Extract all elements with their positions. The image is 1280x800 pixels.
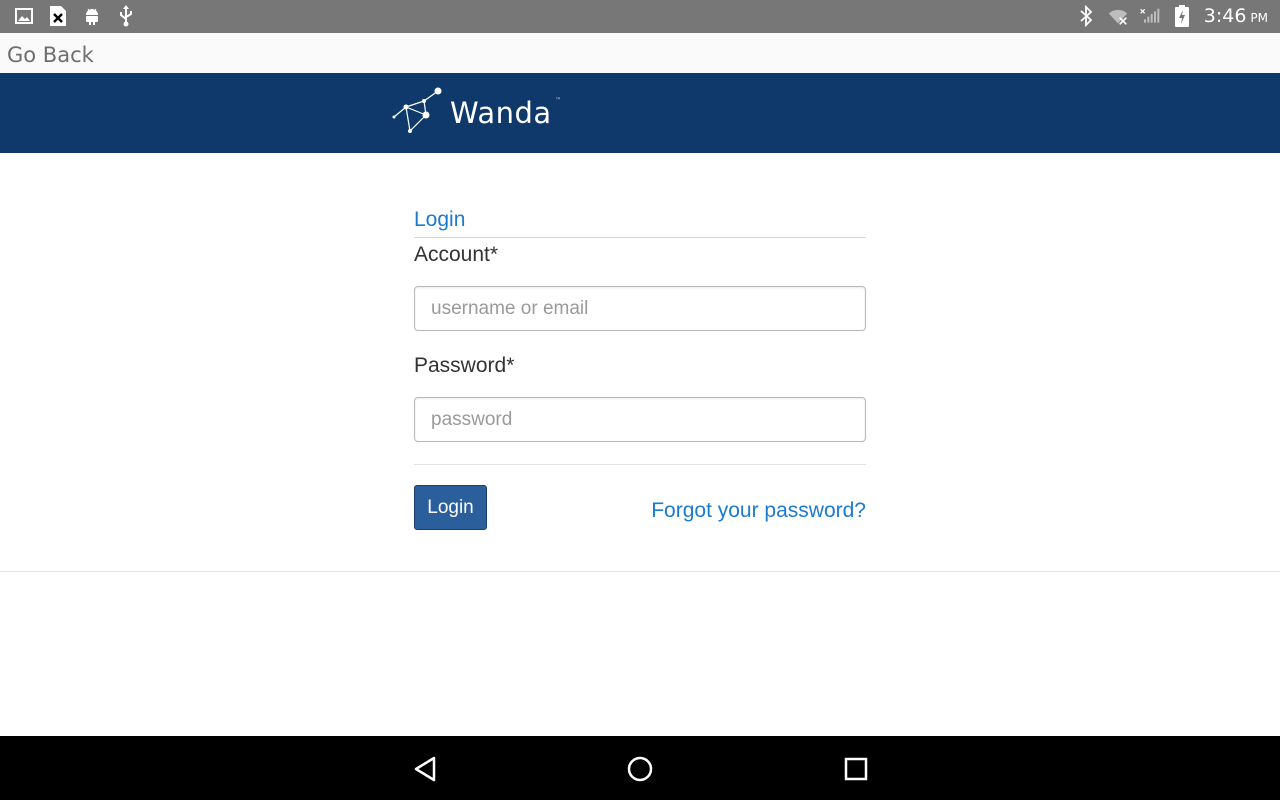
recents-icon[interactable] [841, 754, 871, 784]
header: Wanda ™ [0, 73, 1280, 153]
password-label: Password* [414, 354, 515, 377]
home-icon[interactable] [625, 754, 655, 784]
logo-text: Wanda ™ [450, 96, 561, 130]
system-navigation-bar [0, 736, 1280, 800]
forgot-password-link[interactable]: Forgot your password? [651, 499, 866, 523]
login-form: Login Account* Password* Login Forgot yo… [414, 200, 866, 545]
form-actions: Login Forgot your password? [414, 485, 866, 545]
system-status-icons: 3:46 PM [1076, 3, 1268, 29]
status-bar: 3:46 PM [0, 0, 1280, 33]
clock: 3:46 PM [1204, 5, 1268, 27]
page-divider [0, 571, 1280, 572]
cellular-signal-icon [1139, 6, 1160, 26]
android-icon [82, 6, 102, 26]
wanda-logo: Wanda ™ [392, 85, 561, 141]
password-input[interactable] [414, 397, 866, 442]
bluetooth-icon [1076, 5, 1096, 27]
close-file-icon [48, 6, 68, 26]
form-divider [414, 464, 866, 465]
wifi-icon [1108, 6, 1128, 26]
go-back-link[interactable]: Go Back [7, 43, 94, 67]
login-button[interactable]: Login [414, 485, 487, 530]
go-back-bar: Go Back [0, 33, 1280, 73]
notification-icons [14, 5, 136, 27]
logo-wordmark: Wanda [450, 96, 552, 130]
usb-icon [116, 5, 136, 27]
logo-trademark: ™ [555, 97, 562, 104]
clock-ampm: PM [1250, 11, 1268, 25]
account-input[interactable] [414, 286, 866, 331]
constellation-logo-icon [392, 87, 444, 140]
account-label: Account* [414, 243, 499, 266]
image-icon [14, 6, 34, 26]
battery-charging-icon [1172, 5, 1192, 27]
back-icon[interactable] [410, 754, 440, 784]
login-tab-title[interactable]: Login [414, 200, 866, 238]
clock-time: 3:46 [1203, 5, 1247, 27]
